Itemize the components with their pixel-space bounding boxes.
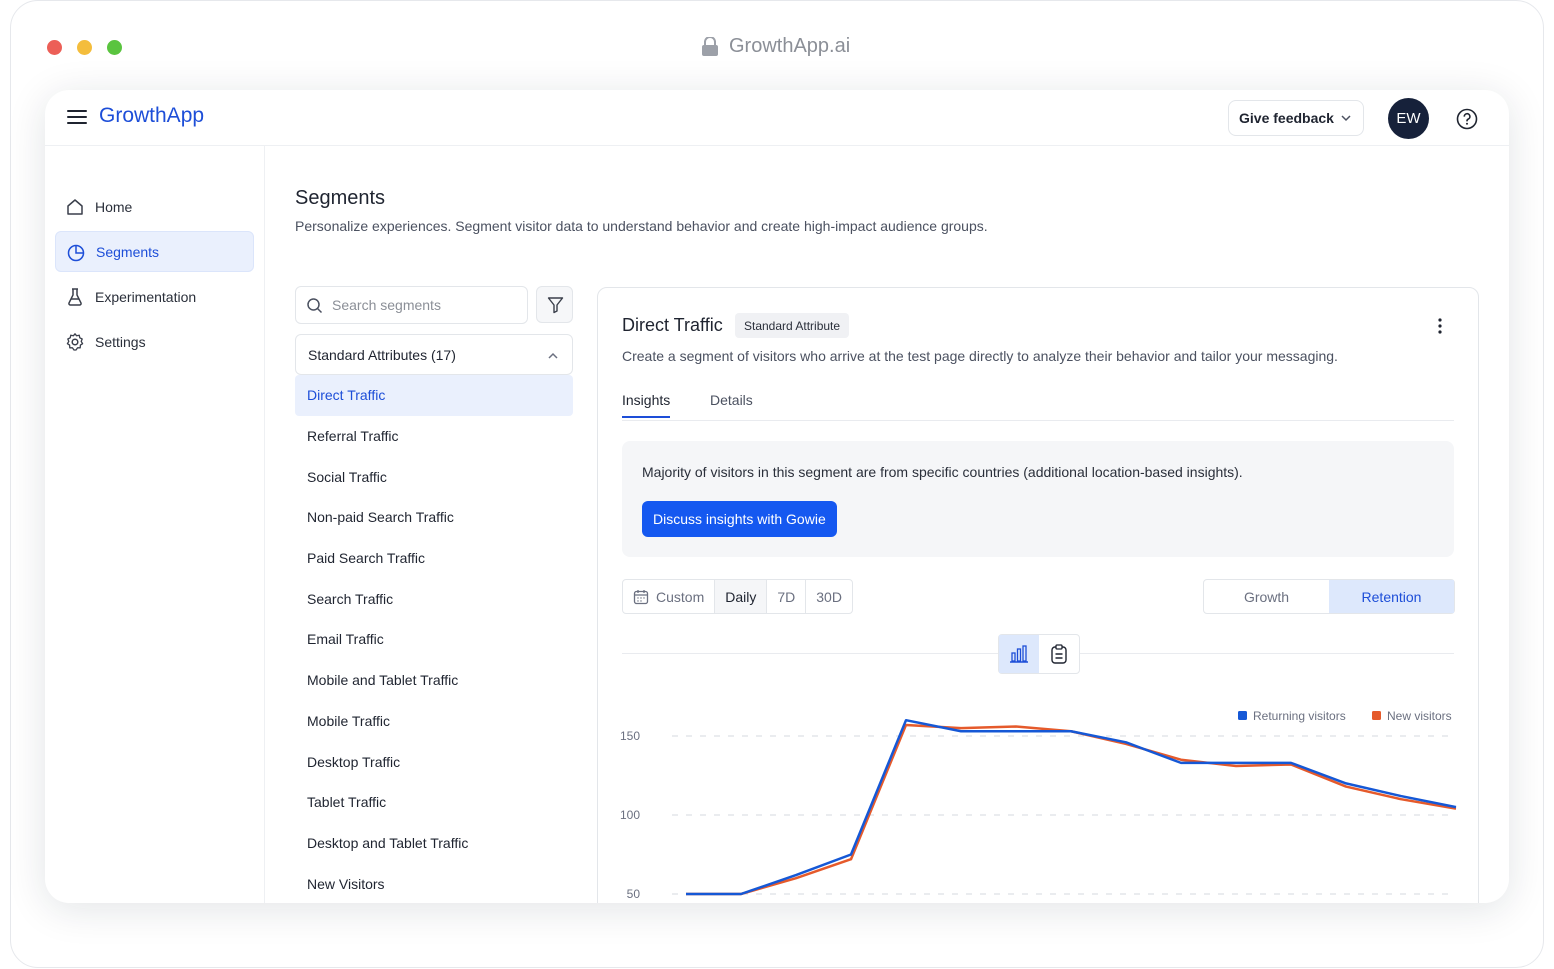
segment-item[interactable]: Social Traffic bbox=[295, 456, 573, 497]
segment-item[interactable]: Email Traffic bbox=[295, 619, 573, 660]
range-daily[interactable]: Daily bbox=[715, 580, 768, 613]
range-custom-label: Custom bbox=[656, 588, 705, 605]
app-window: GrowthApp Give feedback EW Home Segments… bbox=[45, 90, 1509, 903]
app-logo[interactable]: GrowthApp bbox=[99, 104, 204, 128]
series-line bbox=[686, 723, 1457, 896]
segment-item[interactable]: Tablet Traffic bbox=[295, 782, 573, 823]
range-7d[interactable]: 7D bbox=[767, 580, 807, 613]
home-icon bbox=[67, 199, 83, 215]
date-range-selector: Custom Daily 7D 30D bbox=[622, 579, 853, 614]
discuss-insights-button[interactable]: Discuss insights with Gowie bbox=[642, 501, 837, 537]
legend-label: New visitors bbox=[1387, 709, 1452, 723]
range-30d[interactable]: 30D bbox=[806, 580, 852, 613]
tab-insights[interactable]: Insights bbox=[622, 392, 671, 418]
segment-item[interactable]: Mobile and Tablet Traffic bbox=[295, 660, 573, 701]
search-input[interactable]: Search segments bbox=[295, 286, 528, 324]
range-custom[interactable]: Custom bbox=[623, 580, 716, 613]
tab-details[interactable]: Details bbox=[710, 392, 753, 416]
maximize-window-button[interactable] bbox=[107, 40, 122, 55]
calendar-icon bbox=[633, 589, 649, 604]
filter-icon bbox=[547, 297, 564, 314]
y-tick-label: 100 bbox=[620, 808, 640, 822]
series-line bbox=[686, 718, 1457, 896]
search-placeholder: Search segments bbox=[332, 297, 441, 313]
minimize-window-button[interactable] bbox=[77, 40, 92, 55]
lock-icon bbox=[702, 37, 718, 56]
segment-item[interactable]: Search Traffic bbox=[295, 578, 573, 619]
segment-list: Direct Traffic Referral Traffic Social Tra… bbox=[295, 375, 573, 903]
segment-item[interactable]: Desktop Traffic bbox=[295, 741, 573, 782]
more-options-icon[interactable] bbox=[1438, 318, 1442, 334]
segment-type-badge: Standard Attribute bbox=[735, 313, 850, 338]
segment-item[interactable]: Non-paid Search Traffic bbox=[295, 497, 573, 538]
segment-item[interactable]: Direct Traffic bbox=[295, 375, 573, 416]
sidebar-item-segments[interactable]: Segments bbox=[55, 231, 254, 272]
address-bar[interactable]: GrowthApp.ai bbox=[701, 35, 850, 58]
help-icon[interactable] bbox=[1456, 108, 1478, 130]
segment-title: Direct Traffic bbox=[622, 315, 723, 335]
legend-label: Returning visitors bbox=[1253, 709, 1346, 723]
segment-item[interactable]: Mobile Traffic bbox=[295, 701, 573, 742]
sidebar-item-home[interactable]: Home bbox=[55, 186, 254, 227]
sidebar-item-label: Settings bbox=[95, 333, 146, 350]
close-window-button[interactable] bbox=[47, 40, 62, 55]
segment-item[interactable]: Referral Traffic bbox=[295, 416, 573, 457]
page-subtitle: Personalize experiences. Segment visitor… bbox=[295, 218, 988, 234]
url-text: GrowthApp.ai bbox=[729, 35, 851, 57]
main-content: Segments Personalize experiences. Segmen… bbox=[266, 146, 1509, 903]
avatar[interactable]: EW bbox=[1388, 98, 1429, 139]
segment-item[interactable]: New Visitors bbox=[295, 863, 573, 903]
segment-description: Create a segment of visitors who arrive … bbox=[622, 348, 1338, 364]
give-feedback-label: Give feedback bbox=[1239, 110, 1334, 126]
sidebar-item-settings[interactable]: Settings bbox=[55, 321, 254, 362]
flask-icon bbox=[68, 288, 82, 306]
give-feedback-button[interactable]: Give feedback bbox=[1228, 100, 1364, 136]
y-tick-label: 50 bbox=[627, 887, 641, 901]
clipboard-icon bbox=[1051, 644, 1067, 664]
chevron-up-icon bbox=[548, 352, 558, 359]
menu-icon[interactable] bbox=[67, 110, 87, 126]
bar-chart-view-button[interactable] bbox=[999, 635, 1039, 673]
pie-chart-icon bbox=[67, 244, 85, 262]
chevron-down-icon bbox=[1341, 115, 1351, 122]
bar-chart-icon bbox=[1010, 645, 1028, 663]
sidebar-item-label: Experimentation bbox=[95, 288, 197, 305]
segment-item[interactable]: Paid Search Traffic bbox=[295, 538, 573, 579]
mode-retention[interactable]: Retention bbox=[1329, 580, 1454, 613]
standard-attributes-group[interactable]: Standard Attributes (17) bbox=[295, 334, 573, 375]
sidebar-item-label: Home bbox=[95, 198, 133, 215]
window-controls bbox=[47, 40, 122, 55]
segment-detail-card: Direct Traffic Standard Attribute Create… bbox=[597, 287, 1479, 903]
filter-button[interactable] bbox=[536, 286, 573, 323]
sidebar: Home Segments Experimentation Settings bbox=[45, 146, 265, 903]
top-bar: GrowthApp Give feedback EW bbox=[45, 90, 1509, 146]
legend-swatch bbox=[1372, 711, 1381, 720]
insight-panel: Majority of visitors in this segment are… bbox=[622, 441, 1454, 557]
group-label: Standard Attributes (17) bbox=[308, 346, 456, 363]
page-title: Segments bbox=[295, 187, 386, 209]
chart-mode-toggle: Growth Retention bbox=[1203, 579, 1455, 614]
sidebar-item-experimentation[interactable]: Experimentation bbox=[55, 276, 254, 317]
detail-tabs: Insights Details bbox=[622, 392, 1454, 421]
chart-view-toggle bbox=[998, 634, 1080, 674]
y-tick-label: 150 bbox=[620, 729, 640, 743]
legend-swatch bbox=[1238, 711, 1247, 720]
insight-text: Majority of visitors in this segment are… bbox=[642, 464, 1243, 480]
table-view-button[interactable] bbox=[1039, 635, 1079, 673]
retention-line-chart: 150 100 50 Returning visitors New visitors bbox=[620, 709, 1457, 901]
gear-icon bbox=[66, 333, 84, 351]
search-icon bbox=[307, 298, 323, 314]
mode-growth[interactable]: Growth bbox=[1204, 580, 1329, 613]
sidebar-item-label: Segments bbox=[96, 243, 160, 260]
segment-item[interactable]: Desktop and Tablet Traffic bbox=[295, 823, 573, 864]
